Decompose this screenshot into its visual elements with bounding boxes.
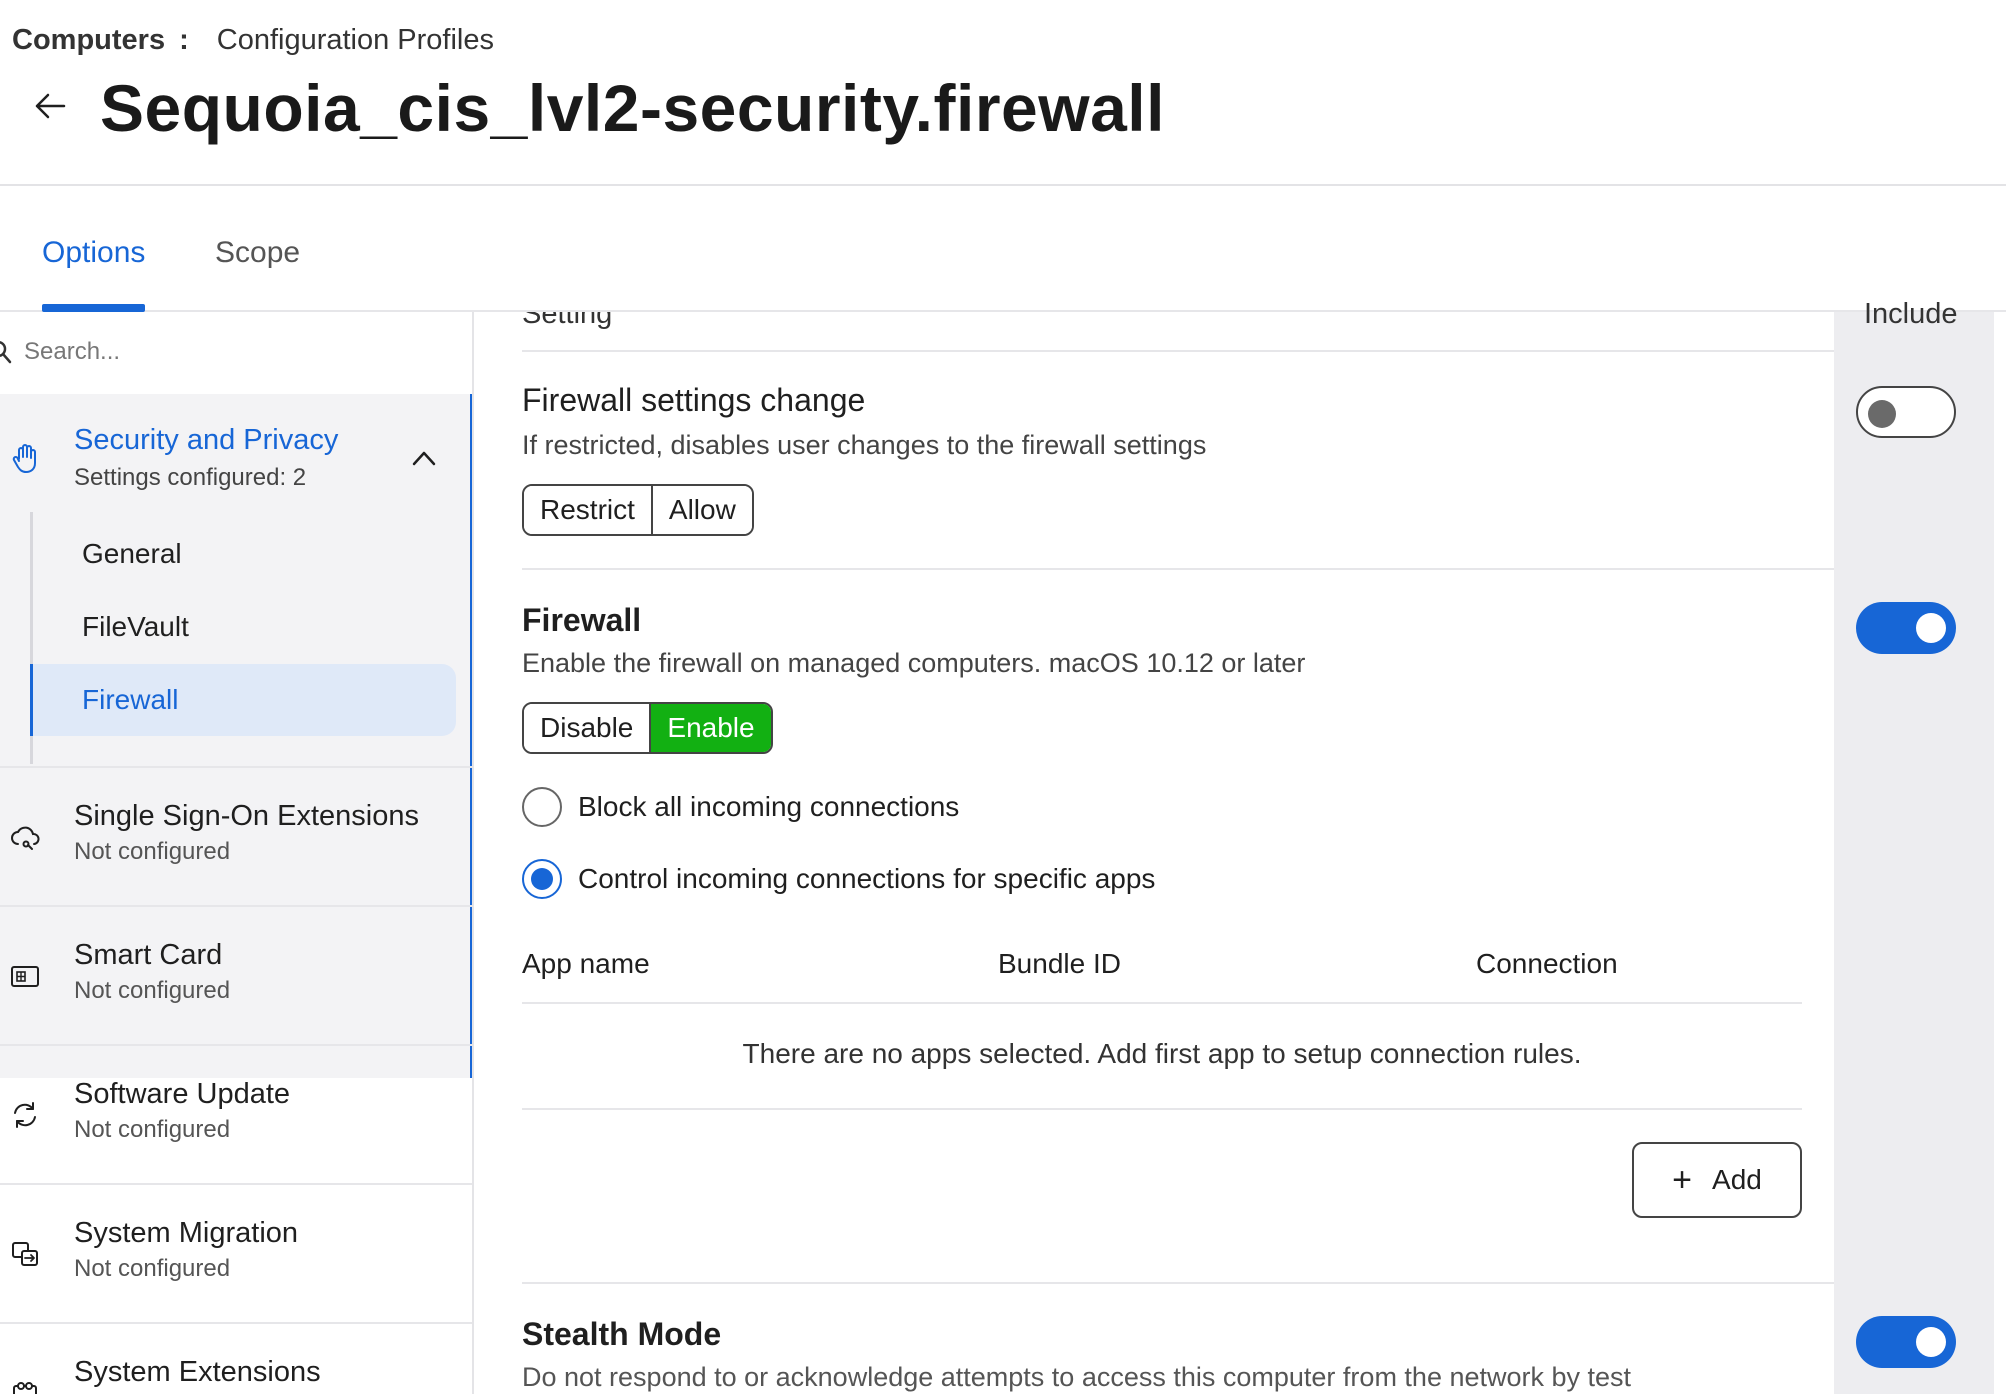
table-header-app-name: App name [522,948,650,979]
allow-button[interactable]: Allow [650,486,752,534]
migration-icon [12,1242,38,1266]
cloud-key-icon [11,826,40,850]
search-row [0,312,472,392]
toggle-knob [1916,1327,1946,1357]
page-header: Computers : Configuration Profiles Sequo… [0,0,2006,186]
section-divider [522,568,1834,570]
breadcrumb-current[interactable]: Configuration Profiles [217,24,494,57]
toggle-knob [1868,400,1896,428]
sidebar-item-single-sign-on-extensions[interactable]: Single Sign-On Extensions Not configured [0,766,472,904]
sidebar-item-software-update[interactable]: Software Update Not configured [0,1044,472,1182]
table-header-connection: Connection [1476,948,1618,979]
smart-card-icon [11,966,39,987]
sidebar-group-title: Security and Privacy [74,424,339,456]
firewall-description: Enable the firewall on managed computers… [522,648,1306,678]
sidebar-item-filevault[interactable]: FileVault [30,591,456,663]
extension-icon [13,1382,37,1394]
radio-label: Control incoming connections for specifi… [578,863,1156,894]
firewall-settings-change-title: Firewall settings change [522,382,866,418]
sidebar-group-subtitle: Settings configured: 2 [74,464,307,491]
enable-button[interactable]: Enable [649,704,771,752]
sidebar-item-system-migration[interactable]: System Migration Not configured [0,1183,472,1321]
arrow-left-icon [35,93,66,119]
include-column: Include [1834,298,1994,1394]
breadcrumb: Computers : Configuration Profiles [12,24,494,57]
sidebar-item-system-extensions[interactable]: System Extensions [0,1322,472,1394]
sidebar-item-status: Not configured [74,1255,231,1282]
radio-button[interactable] [522,787,562,827]
firewall-settings-change-description: If restricted, disables user changes to … [522,430,1207,460]
toggle-knob [1916,613,1946,643]
disable-button[interactable]: Disable [524,704,650,752]
back-button[interactable] [30,86,70,126]
table-header-bundle-id: Bundle ID [998,948,1121,979]
sidebar-item-status: Not configured [74,977,231,1004]
firewall-title: Firewall [522,602,642,638]
table-bottom-divider [522,1108,1802,1110]
add-app-button[interactable]: + Add [1632,1142,1802,1218]
disable-enable-segmented-control: Disable Enable [522,702,773,754]
radio-button-selected[interactable] [522,859,562,899]
tab-scope[interactable]: Scope [215,236,300,270]
section-divider [522,1282,1834,1284]
sidebar-item-title: System Migration [74,1217,299,1249]
table-empty-message: There are no apps selected. Add first ap… [742,1038,1582,1069]
search-input[interactable] [24,332,454,372]
sidebar-item-title: Smart Card [74,939,223,971]
active-tab-indicator [42,304,145,312]
include-toggle-stealth-mode[interactable] [1856,1316,1956,1368]
setting-column-header: Setting [522,312,613,330]
sidebar-item-title: Software Update [74,1078,291,1110]
breadcrumb-computers-link[interactable]: Computers [12,24,165,57]
radio-label: Block all incoming connections [578,791,960,822]
sidebar-item-firewall[interactable]: Firewall [30,664,456,736]
include-column-header: Include [1864,298,1958,330]
sidebar-item-title: System Extensions [74,1356,321,1388]
restrict-button[interactable]: Restrict [524,486,651,534]
stealth-mode-description: Do not respond to or acknowledge attempt… [522,1362,1632,1392]
restrict-allow-segmented-control: Restrict Allow [522,484,754,536]
hand-icon [12,444,36,473]
plus-icon: + [1672,1161,1693,1199]
chevron-up-icon[interactable] [410,448,438,468]
include-toggle-firewall-settings-change[interactable] [1856,386,1956,438]
header-divider [522,350,1834,352]
page-title: Sequoia_cis_lvl2-security.firewall [100,71,1165,145]
search-icon [0,340,12,364]
sidebar-group-header[interactable]: Security and Privacy Settings configured… [0,394,470,512]
breadcrumb-separator: : [179,24,189,56]
sidebar-item-title: Single Sign-On Extensions [74,800,419,832]
table-header-divider [522,1002,1802,1004]
stealth-mode-title: Stealth Mode [522,1316,722,1352]
settings-panel: Setting Firewall settings change If rest… [474,312,1834,1394]
refresh-icon [14,1102,36,1128]
sidebar-item-general[interactable]: General [30,518,456,590]
sidebar-item-status: Not configured [74,838,231,865]
control-specific-apps-radio-row[interactable]: Control incoming connections for specifi… [522,858,1155,900]
sidebar-item-status: Not configured [74,1116,231,1143]
block-all-incoming-radio-row[interactable]: Block all incoming connections [522,786,959,828]
tab-options[interactable]: Options [42,236,145,270]
add-button-label: Add [1712,1164,1762,1195]
include-toggle-firewall[interactable] [1856,602,1956,654]
sidebar-item-smart-card[interactable]: Smart Card Not configured [0,905,472,1043]
settings-sidebar: Security and Privacy Settings configured… [0,312,474,1394]
tab-bar: Options Scope [0,186,2006,312]
